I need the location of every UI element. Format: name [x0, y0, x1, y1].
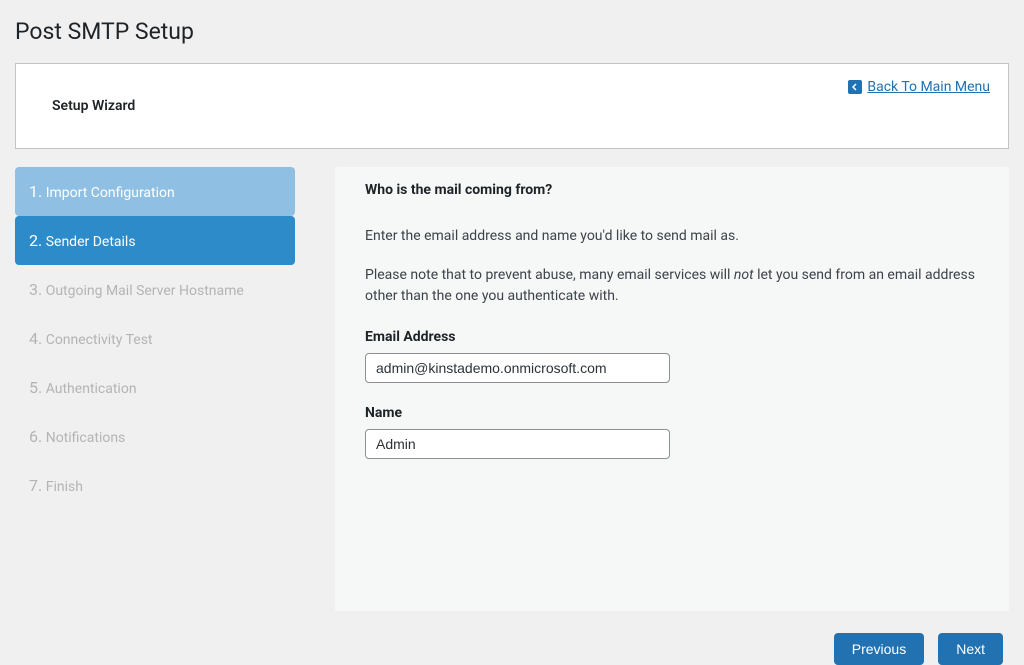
footer-buttons: Previous Next: [15, 633, 1009, 665]
step-label: Connectivity Test: [46, 332, 153, 348]
name-label: Name: [365, 405, 979, 421]
content-intro: Enter the email address and name you'd l…: [365, 226, 979, 247]
email-address-input[interactable]: [365, 353, 670, 383]
back-link-label: Back To Main Menu: [867, 79, 990, 95]
step-connectivity-test[interactable]: 4. Connectivity Test: [15, 314, 295, 363]
step-number: 2.: [29, 231, 42, 250]
step-label: Notifications: [46, 430, 126, 446]
step-number: 5.: [29, 378, 42, 397]
step-finish[interactable]: 7. Finish: [15, 461, 295, 510]
step-label: Outgoing Mail Server Hostname: [46, 283, 244, 299]
note-em: not: [734, 267, 754, 283]
step-import-configuration[interactable]: 1. Import Configuration: [15, 167, 295, 216]
step-authentication[interactable]: 5. Authentication: [15, 363, 295, 412]
wizard-card: Back To Main Menu Setup Wizard: [15, 63, 1009, 149]
back-to-main-menu-link[interactable]: Back To Main Menu: [848, 79, 990, 95]
arrow-left-icon: [848, 80, 862, 94]
step-label: Import Configuration: [46, 185, 175, 201]
step-number: 3.: [29, 280, 42, 299]
step-notifications[interactable]: 6. Notifications: [15, 412, 295, 461]
name-input[interactable]: [365, 429, 670, 459]
step-number: 6.: [29, 427, 42, 446]
step-label: Finish: [46, 479, 83, 495]
step-number: 4.: [29, 329, 42, 348]
next-button[interactable]: Next: [938, 633, 1003, 665]
email-address-label: Email Address: [365, 329, 979, 345]
previous-button[interactable]: Previous: [834, 633, 924, 665]
step-sender-details[interactable]: 2. Sender Details: [15, 216, 295, 265]
wizard-body: 1. Import Configuration 2. Sender Detail…: [15, 167, 1009, 611]
page-title: Post SMTP Setup: [15, 0, 1009, 63]
step-number: 7.: [29, 476, 42, 495]
content-note: Please note that to prevent abuse, many …: [365, 265, 979, 307]
note-pre: Please note that to prevent abuse, many …: [365, 267, 734, 283]
step-label: Authentication: [46, 381, 137, 397]
step-number: 1.: [29, 182, 42, 201]
content-heading: Who is the mail coming from?: [365, 182, 979, 198]
step-outgoing-mail-server-hostname[interactable]: 3. Outgoing Mail Server Hostname: [15, 265, 295, 314]
wizard-title: Setup Wizard: [38, 84, 986, 128]
wizard-steps: 1. Import Configuration 2. Sender Detail…: [15, 167, 295, 510]
step-label: Sender Details: [46, 234, 136, 250]
wizard-content: Who is the mail coming from? Enter the e…: [335, 167, 1009, 611]
